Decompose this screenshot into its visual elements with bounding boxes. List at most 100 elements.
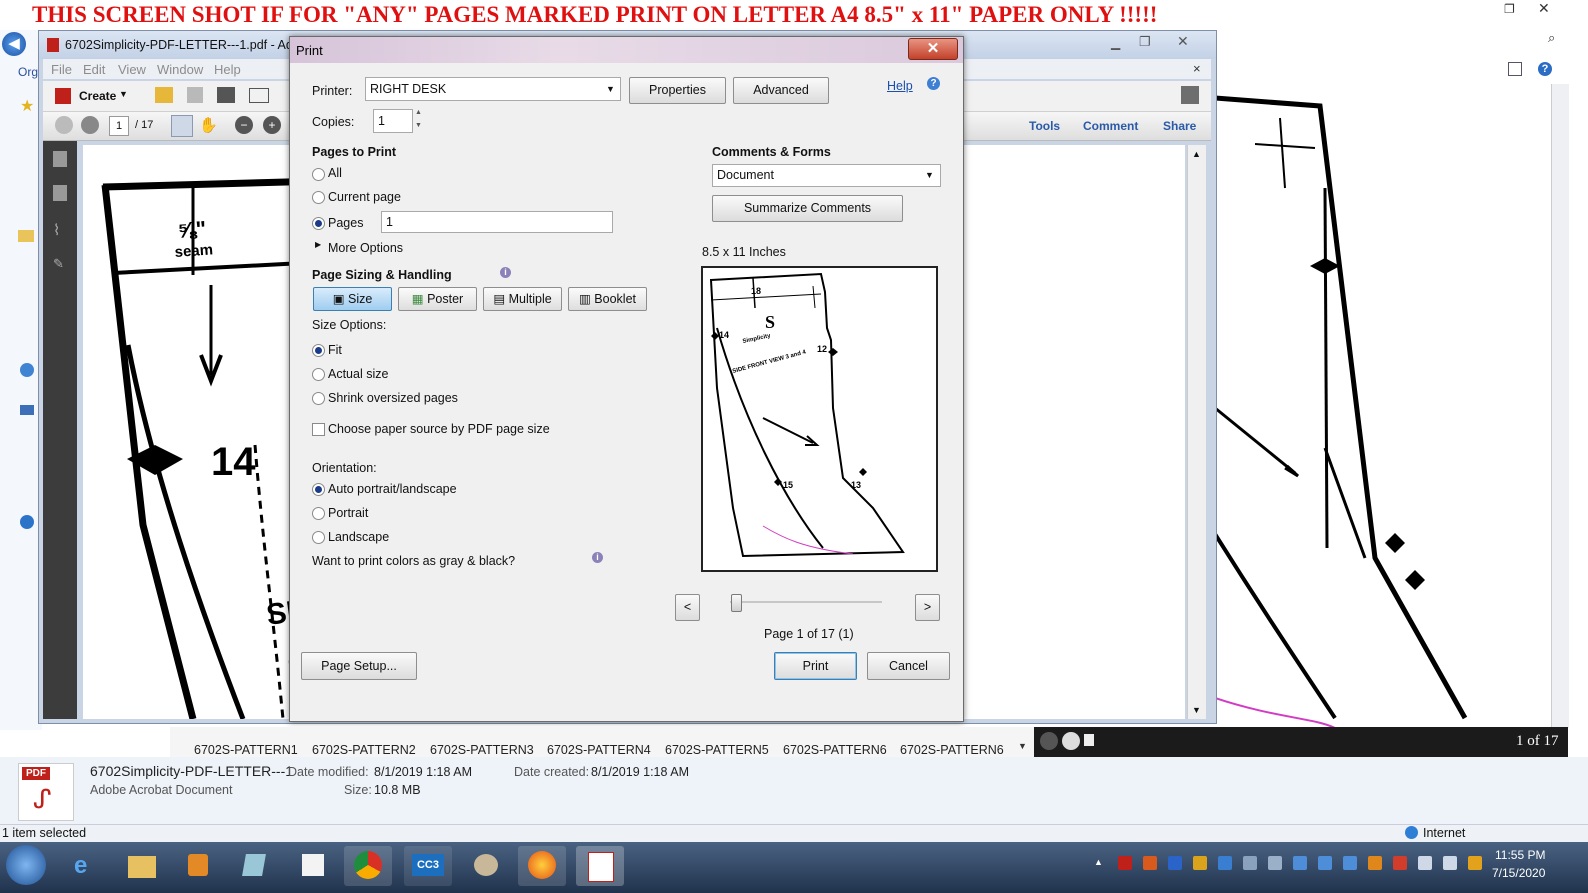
thumbnail-item[interactable]: 6702S-PATTERN1 [194,743,298,757]
notes-icon[interactable] [230,846,278,886]
open-folder-icon[interactable] [155,87,173,103]
copies-input[interactable]: 1 [373,109,413,133]
acrobat-tray-icon[interactable] [1118,856,1132,870]
tray-app-icon[interactable] [1193,856,1207,870]
page-thumbnails-icon[interactable] [53,151,67,167]
select-tool-icon[interactable] [171,115,193,137]
radio-shrink-oversized[interactable] [312,392,325,405]
tab-share[interactable]: Share [1163,119,1196,133]
folder-icon[interactable] [18,230,34,242]
signatures-icon[interactable]: ✎ [53,256,64,272]
pane-icon[interactable] [1508,62,1522,76]
properties-button[interactable]: Properties [629,77,726,104]
attachments-icon[interactable]: ⌇ [53,221,60,239]
tab-comment[interactable]: Comment [1083,119,1138,133]
restore-icon[interactable]: ❐ [1504,2,1515,16]
scroll-down-icon[interactable]: ▼ [1192,705,1201,715]
back-arrow-icon[interactable]: ◀ [2,32,26,56]
media-player-icon[interactable] [174,846,222,886]
radio-landscape-label[interactable]: Landscape [328,530,389,544]
zoom-in-icon[interactable]: + [263,116,281,134]
radio-pages[interactable] [312,217,325,230]
print-button[interactable]: Print [774,652,857,680]
expand-arrow-icon[interactable]: ▶ [315,240,321,249]
hand-tool-icon[interactable]: ✋ [199,116,218,134]
tray-expand-icon[interactable]: ▲ [1094,857,1103,867]
thumbnail-item[interactable]: 6702S-PATTERN6 [900,743,1004,757]
maximize-icon[interactable]: ❐ [1139,34,1151,50]
radio-fit[interactable] [312,344,325,357]
page-icon[interactable] [1084,734,1094,746]
tray-app-icon[interactable] [1143,856,1157,870]
clock-date[interactable]: 7/15/2020 [1492,866,1545,880]
tray-app-icon[interactable] [1243,856,1257,870]
document-scrollbar[interactable]: ▲ ▼ [1187,145,1206,719]
organize-menu[interactable]: Org [18,65,38,79]
thumbnail-item[interactable]: 6702S-PATTERN6 [783,743,887,757]
info-icon[interactable]: i [500,267,511,278]
volume-icon[interactable] [1443,856,1457,870]
radio-pages-label[interactable]: Pages [328,216,363,230]
comments-forms-select[interactable]: Document ▼ [712,164,941,187]
chrome-icon[interactable] [344,846,392,886]
homegroup-icon[interactable] [20,363,34,377]
copies-up-icon[interactable]: ▲ [415,109,422,116]
favorites-star-icon[interactable]: ★ [20,96,34,116]
apps-grid-icon[interactable] [288,846,336,886]
help-link[interactable]: Help [887,79,913,93]
acrobat-close-icon[interactable]: ✕ [1177,33,1189,50]
page-number-input[interactable]: 1 [109,116,129,136]
search-icon[interactable]: ⌕ [1548,30,1555,46]
radio-fit-label[interactable]: Fit [328,343,342,357]
copies-down-icon[interactable]: ▼ [415,122,422,129]
radio-current-page-label[interactable]: Current page [328,190,401,204]
thumbnail-item[interactable]: 6702S-PATTERN2 [312,743,416,757]
internet-explorer-icon[interactable]: e [62,846,110,886]
network-icon[interactable] [20,515,34,529]
radio-all[interactable] [312,168,325,181]
start-button[interactable] [6,845,46,885]
firefox-icon[interactable] [518,846,566,886]
clock-time[interactable]: 11:55 PM [1495,848,1545,862]
email-icon[interactable] [249,88,269,103]
fullscreen-icon[interactable] [1181,86,1199,104]
tray-app-icon[interactable] [1343,856,1357,870]
tray-app-icon[interactable] [1368,856,1382,870]
thumbnail-scroll-down-icon[interactable]: ▼ [1018,741,1027,751]
scroll-up-icon[interactable]: ▲ [1192,149,1201,159]
thumbnail-item[interactable]: 6702S-PATTERN5 [665,743,769,757]
radio-portrait[interactable] [312,507,325,520]
file-explorer-icon[interactable] [118,846,166,886]
page-slider-track[interactable] [730,601,882,603]
advanced-button[interactable]: Advanced [733,77,829,104]
cc3-app-button[interactable]: CC3 [404,846,452,886]
page-setup-button[interactable]: Page Setup... [301,652,417,680]
thumbnail-item[interactable]: 6702S-PATTERN3 [430,743,534,757]
chevron-down-icon[interactable]: ▼ [925,165,934,186]
radio-current-page[interactable] [312,191,325,204]
bookmarks-icon[interactable] [53,185,67,201]
prev-page-button[interactable]: < [675,594,700,621]
help-icon[interactable]: ? [927,77,940,90]
computer-icon[interactable] [20,405,34,415]
radio-landscape[interactable] [312,531,325,544]
chevron-down-icon[interactable]: ▼ [606,78,615,100]
radio-all-label[interactable]: All [328,166,342,180]
radio-auto-orientation-label[interactable]: Auto portrait/landscape [328,482,457,496]
page-slider-thumb[interactable] [731,594,742,612]
tray-app-icon[interactable] [1318,856,1332,870]
print-icon[interactable] [217,87,235,103]
create-button[interactable]: Create [79,89,116,103]
dialog-close-button[interactable]: ✕ [908,38,958,60]
prev-page-icon[interactable] [55,116,73,134]
close-icon[interactable]: ✕ [1538,0,1550,17]
explorer-scrollbar[interactable] [1551,84,1569,728]
poster-mode-button[interactable]: ▦ Poster [398,287,477,311]
menu-window[interactable]: Window [157,62,203,77]
save-icon[interactable] [187,87,203,103]
tab-tools[interactable]: Tools [1029,119,1060,133]
acrobat-taskbar-icon[interactable] [576,846,624,886]
zoom-out-icon[interactable]: − [235,116,253,134]
menu-view[interactable]: View [118,62,146,77]
tray-app-icon[interactable] [1218,856,1232,870]
